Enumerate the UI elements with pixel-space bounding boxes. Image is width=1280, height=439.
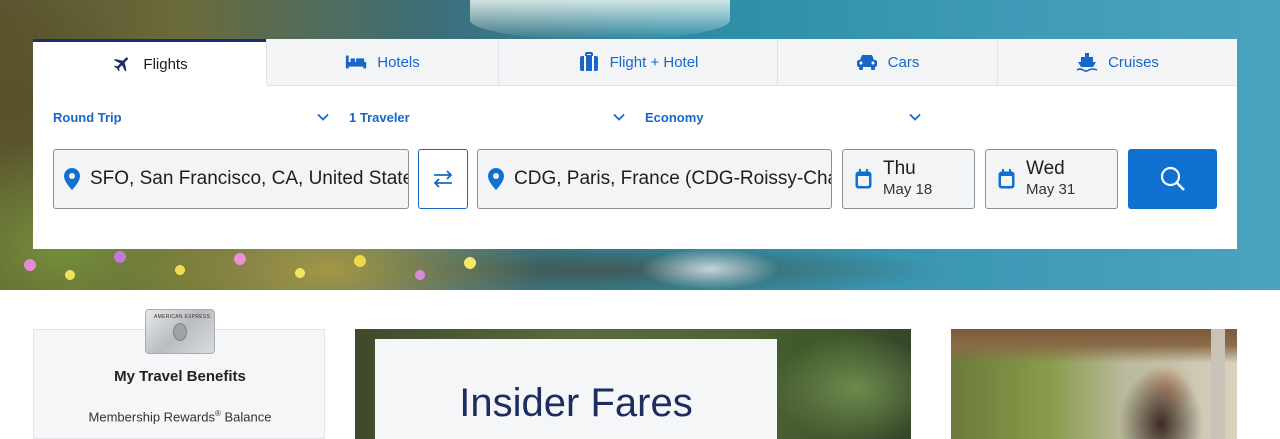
- chevron-down-icon: [613, 113, 625, 121]
- depart-date: May 18: [883, 181, 933, 198]
- rewards-balance-label: Membership Rewards® Balance: [88, 409, 272, 425]
- travelers-select[interactable]: 1 Traveler: [349, 105, 626, 129]
- photo-post: [1211, 329, 1225, 439]
- return-date: May 31: [1026, 181, 1076, 198]
- card-text: AMERICAN EXPRESS: [154, 314, 211, 320]
- promo-headline: Insider Fares: [459, 381, 693, 425]
- bed-icon: [345, 52, 367, 72]
- tab-cars-label: Cars: [887, 53, 920, 71]
- chevron-down-icon: [909, 113, 921, 121]
- cabin-value: Economy: [645, 109, 704, 125]
- ship-icon: [1076, 52, 1098, 72]
- return-date-field[interactable]: Wed May 31: [985, 149, 1118, 209]
- cabin-select[interactable]: Economy: [645, 105, 922, 129]
- search-icon: [1160, 166, 1185, 191]
- card-portrait: [173, 323, 187, 341]
- hero-flowers: [0, 245, 560, 290]
- trip-options: Round Trip 1 Traveler Economy: [33, 105, 1237, 129]
- search-button[interactable]: [1128, 149, 1217, 209]
- calendar-icon: [843, 169, 883, 189]
- tab-flights-label: Flights: [143, 55, 188, 73]
- benefits-title: My Travel Benefits: [114, 368, 246, 385]
- depart-day: Thu: [883, 158, 916, 179]
- product-tabs: Flights Hotels Flight + Hotel Cars Cruis…: [33, 39, 1237, 86]
- tab-cruises-label: Cruises: [1108, 53, 1159, 71]
- tab-cruises[interactable]: Cruises: [997, 39, 1237, 86]
- hero-wave: [470, 0, 730, 40]
- trip-type-select[interactable]: Round Trip: [53, 105, 330, 129]
- tab-hotels-label: Hotels: [377, 53, 420, 71]
- tab-flight-hotel[interactable]: Flight + Hotel: [498, 39, 777, 86]
- destination-value: CDG, Paris, France (CDG-Roissy-Charles d…: [514, 168, 831, 189]
- insider-fares-promo[interactable]: Insider Fares: [355, 329, 911, 439]
- tab-flight-hotel-label: Flight + Hotel: [609, 53, 699, 71]
- location-pin-icon: [54, 150, 90, 208]
- swap-locations-button[interactable]: [418, 149, 468, 209]
- luggage-icon: [578, 52, 600, 72]
- tab-cars[interactable]: Cars: [777, 39, 997, 86]
- booking-widget: Flights Hotels Flight + Hotel Cars Cruis…: [33, 39, 1237, 249]
- origin-field[interactable]: SFO, San Francisco, CA, United States: [53, 149, 409, 209]
- tab-hotels[interactable]: Hotels: [266, 39, 498, 86]
- travelers-value: 1 Traveler: [349, 109, 410, 125]
- destination-field[interactable]: CDG, Paris, France (CDG-Roissy-Charles d…: [477, 149, 832, 209]
- calendar-icon: [986, 169, 1026, 189]
- car-icon: [856, 52, 878, 72]
- hero-surf: [640, 248, 780, 290]
- origin-value: SFO, San Francisco, CA, United States: [90, 168, 408, 189]
- traveler-photo: [951, 329, 1237, 439]
- trip-type-value: Round Trip: [53, 109, 122, 125]
- return-day: Wed: [1026, 158, 1065, 179]
- travel-benefits-card[interactable]: AMERICAN EXPRESS My Travel Benefits Memb…: [33, 309, 325, 439]
- airplane-icon: [111, 54, 133, 74]
- chevron-down-icon: [317, 113, 329, 121]
- location-pin-icon: [478, 150, 514, 208]
- swap-arrows-icon: [433, 170, 453, 188]
- depart-date-field[interactable]: Thu May 18: [842, 149, 975, 209]
- amex-card-image: AMERICAN EXPRESS: [145, 309, 215, 354]
- tab-flights[interactable]: Flights: [33, 39, 266, 86]
